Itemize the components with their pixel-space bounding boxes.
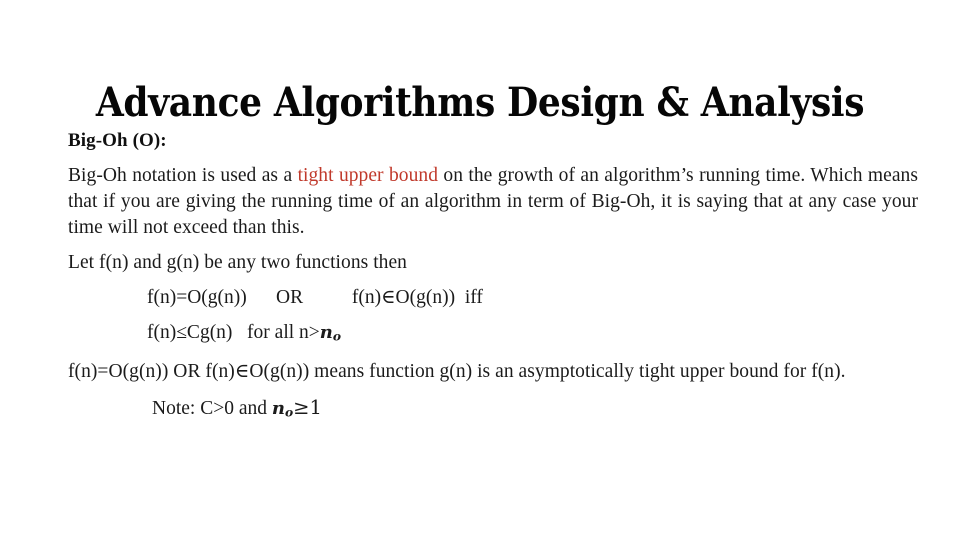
math-subscript-o: o xyxy=(332,329,342,344)
formula-inequality-condition: f(n)≤Cg(n) for all n>no xyxy=(68,320,918,350)
math-variable-n: n xyxy=(319,322,333,343)
slide-body: Big-Oh (O): Big-Oh notation is used as a… xyxy=(68,128,918,425)
math-variable-n-zero: no xyxy=(319,322,342,344)
note-lead-text: Note: C>0 and xyxy=(152,397,272,419)
definition-paragraph: Big-Oh notation is used as a tight upper… xyxy=(68,163,918,241)
formula-inequality-lead: f(n)≤Cg(n) for all n> xyxy=(147,322,320,343)
note-math-variable-n-zero: no xyxy=(271,397,294,420)
definition-text-part-1: Big-Oh notation is used as a xyxy=(68,165,298,186)
page-title: Advance Algorithms Design & Analysis xyxy=(95,78,865,126)
let-functions-line: Let f(n) and g(n) be any two functions t… xyxy=(68,252,407,273)
meaning-paragraph: f(n)=O(g(n)) OR f(n)∈O(g(n)) means funct… xyxy=(68,360,846,382)
section-heading-big-oh: Big-Oh (O): xyxy=(68,130,167,151)
highlighted-term-tight-upper-bound: tight upper bound xyxy=(297,165,438,186)
note-line: Note: C>0 and no≥1 xyxy=(68,395,918,426)
note-trailing-condition: ≥1 xyxy=(293,395,322,419)
note-math-variable-n: n xyxy=(271,397,285,419)
formula-definition-equivalence: f(n)=O(g(n)) OR f(n)∈O(g(n)) iff xyxy=(147,287,483,308)
slide-canvas: Advance Algorithms Design & Analysis Big… xyxy=(0,0,960,540)
note-math-subscript-o: o xyxy=(284,405,294,420)
